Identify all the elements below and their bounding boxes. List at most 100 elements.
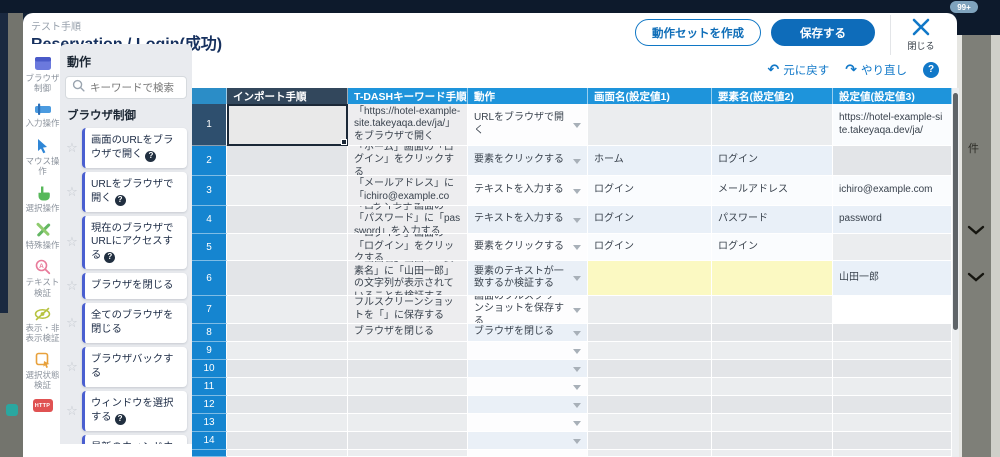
cell-action-dropdown[interactable] [468, 378, 588, 396]
cell-value[interactable] [833, 296, 952, 324]
action-card[interactable]: 全てのブラウザを閉じる [82, 303, 187, 343]
cell-action-dropdown[interactable] [468, 396, 588, 414]
cell-tdash[interactable] [348, 342, 468, 360]
cell-tdash[interactable]: 「画面名」画面の「要素名」に「山田一郎」の文字列が表示されていることを検証する [348, 261, 468, 296]
row-number[interactable]: 1 [192, 104, 227, 146]
sidebar-item-browser-control[interactable]: ブラウザ制御 [24, 56, 61, 93]
star-icon[interactable]: ☆ [65, 140, 79, 156]
cell-element-warning[interactable] [712, 261, 833, 296]
dropdown-chevron-icon[interactable] [573, 188, 581, 194]
cell-element[interactable]: パスワード [712, 206, 833, 234]
dropdown-chevron-icon[interactable] [573, 402, 581, 408]
cell-value[interactable] [833, 414, 952, 432]
cell-element[interactable] [712, 360, 833, 378]
cell-screen[interactable]: ログイン [588, 234, 712, 261]
table-scrollbar[interactable] [952, 88, 959, 457]
sidebar-item-http[interactable]: HTTP [24, 399, 61, 413]
cell-screen[interactable] [588, 432, 712, 450]
column-header-tdash[interactable]: T-DASHキーワード手順 [348, 88, 468, 104]
dropdown-chevron-icon[interactable] [573, 420, 581, 426]
notification-badge[interactable]: 99+ [950, 1, 978, 13]
cell-action-dropdown[interactable]: テキストを入力する [468, 206, 588, 234]
cell-tdash[interactable]: 「ログイン」画面の「ログイン」をクリックする [348, 234, 468, 261]
cell-action-dropdown[interactable] [468, 450, 588, 457]
row-number[interactable]: 10 [192, 360, 227, 378]
cell-import[interactable] [227, 360, 348, 378]
search-box[interactable] [65, 76, 187, 99]
row-number[interactable]: 14 [192, 432, 227, 450]
action-card[interactable]: 最新のウィンドウに切り替える? [82, 434, 187, 444]
search-input[interactable] [90, 81, 182, 94]
sidebar-item-selection-state-verify[interactable]: 選択状態検証 [24, 352, 61, 390]
column-header-import[interactable]: インポート手順 [227, 88, 348, 104]
column-header-action[interactable]: 動作 [468, 88, 588, 104]
cell-element[interactable] [712, 414, 833, 432]
cell-value[interactable]: ichiro@example.com [833, 176, 952, 206]
row-number[interactable] [192, 450, 227, 457]
cell-import[interactable] [227, 324, 348, 342]
cell-value[interactable] [833, 342, 952, 360]
star-icon[interactable]: ☆ [65, 403, 79, 419]
cell-screen[interactable] [588, 360, 712, 378]
cell-element[interactable] [712, 378, 833, 396]
cell-import[interactable] [227, 378, 348, 396]
column-header-element[interactable]: 要素名(設定値2) [712, 88, 833, 104]
create-action-set-button[interactable]: 動作セットを作成 [635, 19, 761, 46]
star-icon[interactable]: ☆ [65, 315, 79, 331]
cell-action-dropdown[interactable]: 要素をクリックする [468, 146, 588, 176]
cell-screen[interactable] [588, 296, 712, 324]
cell-action-dropdown[interactable]: ブラウザを閉じる [468, 324, 588, 342]
help-icon[interactable]: ? [114, 413, 126, 425]
cell-element[interactable]: メールアドレス [712, 176, 833, 206]
cell-value[interactable] [833, 450, 952, 457]
sidebar-item-select[interactable]: 選択操作 [24, 185, 61, 213]
cell-element[interactable] [712, 296, 833, 324]
cell-element[interactable] [712, 450, 833, 457]
cell-action-dropdown[interactable]: URLをブラウザで開く [468, 104, 588, 146]
cell-screen[interactable] [588, 324, 712, 342]
row-number[interactable]: 2 [192, 146, 227, 176]
cell-screen[interactable] [588, 104, 712, 146]
cell-value[interactable] [833, 432, 952, 450]
dropdown-chevron-icon[interactable] [573, 276, 581, 281]
row-number[interactable]: 7 [192, 296, 227, 324]
dropdown-chevron-icon[interactable] [573, 366, 581, 372]
cell-import[interactable] [227, 396, 348, 414]
cell-import[interactable] [227, 342, 348, 360]
sidebar-item-visibility-verify[interactable]: 表示・非表示検証 [24, 307, 61, 343]
undo-button[interactable]: ↶ 元に戻す [768, 61, 830, 78]
sidebar-item-text-verify[interactable]: A テキスト検証 [24, 259, 61, 298]
help-icon[interactable]: ? [114, 194, 126, 206]
cell-tdash[interactable] [348, 378, 468, 396]
action-card[interactable]: ブラウザを閉じる [82, 273, 187, 300]
dropdown-chevron-icon[interactable] [573, 307, 581, 313]
row-number[interactable]: 3 [192, 176, 227, 206]
cell-tdash[interactable] [348, 360, 468, 378]
cell-action-dropdown[interactable]: 要素をクリックする [468, 234, 588, 261]
save-button[interactable]: 保存する [771, 19, 875, 46]
cell-tdash[interactable]: フルスクリーンショットを「」に保存する [348, 296, 468, 324]
dropdown-chevron-icon[interactable] [573, 217, 581, 223]
help-icon[interactable]: ? [104, 252, 116, 264]
action-card[interactable]: ブラウザバックする [82, 346, 187, 387]
action-card[interactable]: URLをブラウザで開く? [82, 171, 187, 212]
cell-screen[interactable] [588, 450, 712, 457]
cell-tdash[interactable] [348, 396, 468, 414]
star-icon[interactable]: ☆ [65, 234, 79, 250]
row-number[interactable]: 12 [192, 396, 227, 414]
dropdown-chevron-icon[interactable] [573, 348, 581, 354]
cell-value[interactable] [833, 324, 952, 342]
row-number[interactable]: 4 [192, 206, 227, 234]
cell-value[interactable] [833, 146, 952, 176]
cell-action-dropdown[interactable] [468, 360, 588, 378]
cell-value[interactable] [833, 360, 952, 378]
cell-element[interactable] [712, 396, 833, 414]
chevron-down-icon[interactable] [965, 224, 987, 236]
sidebar-item-mouse[interactable]: マウス操作 [24, 138, 61, 176]
cell-screen[interactable]: ホーム [588, 146, 712, 176]
cell-screen[interactable] [588, 414, 712, 432]
fill-handle[interactable] [341, 139, 347, 145]
cell-import[interactable] [227, 104, 348, 146]
cell-tdash[interactable]: 「ログイン」画面の「メールアドレス」に「ichiro@example.com」を… [348, 176, 468, 206]
column-header-corner[interactable] [192, 88, 227, 104]
